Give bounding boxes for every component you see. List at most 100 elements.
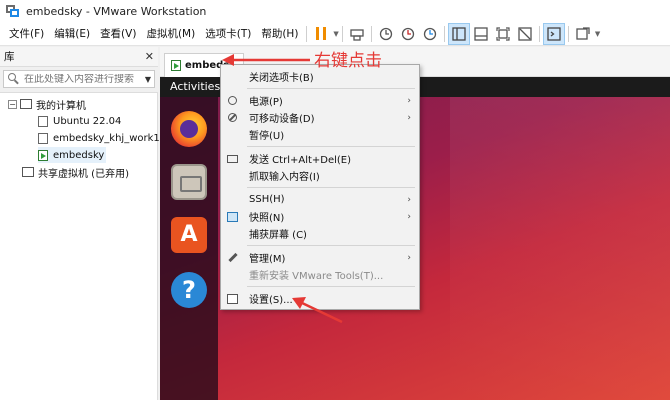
menu-edit[interactable]: 编辑(E) [49, 26, 95, 41]
title-bar: embedsky - VMware Workstation [0, 0, 670, 22]
send-keys-button[interactable] [346, 23, 368, 45]
library-view-button[interactable] [447, 22, 470, 45]
tab-context-menu: 关闭选项卡(B) 电源(P) › 可移动设备(D) › 暂停(U) 发送 Ctr… [220, 64, 420, 310]
menu-manage[interactable]: 管理(M) › [221, 249, 419, 266]
menu-item-label: 关闭选项卡(B) [249, 73, 314, 84]
menu-send-ctrl-alt-del[interactable]: 发送 Ctrl+Alt+Del(E) [221, 150, 419, 167]
submenu-arrow-icon: › [407, 194, 411, 205]
toolbar-divider [370, 25, 372, 42]
collapse-icon[interactable]: − [8, 99, 17, 109]
fit-icon [496, 26, 510, 41]
console-icon [547, 26, 561, 41]
menu-vm[interactable]: 虚拟机(M) [141, 26, 200, 41]
send-keys-icon [350, 28, 364, 41]
snapshot-icon [379, 27, 392, 40]
menu-snapshot[interactable]: 快照(N) › [221, 208, 419, 225]
keyboard-icon [226, 152, 239, 165]
toolbar-divider [538, 25, 540, 42]
menu-item-label: 发送 Ctrl+Alt+Del(E) [249, 155, 352, 166]
submenu-arrow-icon: › [407, 252, 411, 263]
tree-node-vm[interactable]: embedsky_khj_work1 [38, 130, 160, 146]
fullscreen-icon [576, 26, 590, 40]
menu-grab-input[interactable]: 抓取输入内容(I) [221, 167, 419, 184]
menu-pause[interactable]: 暂停(U) [221, 126, 419, 143]
toolbar-divider [443, 25, 445, 42]
menu-removable-devices[interactable]: 可移动设备(D) › [221, 109, 419, 126]
search-icon [7, 72, 21, 86]
wallpaper-shape [450, 77, 670, 400]
fullscreen-button[interactable] [572, 23, 594, 45]
menu-capture-screen[interactable]: 捕获屏幕 (C) [221, 225, 419, 242]
library-header: 库 ✕ [0, 47, 158, 67]
menu-file[interactable]: 文件(F) [4, 26, 49, 41]
menu-ssh[interactable]: SSH(H) › [221, 191, 419, 208]
menu-item-label: 暂停(U) [249, 131, 285, 142]
submenu-arrow-icon: › [407, 112, 411, 123]
snapshot-button[interactable] [375, 23, 397, 45]
toolbar-divider [341, 25, 343, 42]
thumbnail-view-icon [474, 26, 488, 41]
submenu-arrow-icon: › [407, 211, 411, 222]
menu-tabs[interactable]: 选项卡(T) [200, 26, 256, 41]
software-store-icon[interactable]: A [171, 217, 207, 253]
menu-help[interactable]: 帮助(H) [256, 26, 303, 41]
pause-button[interactable] [310, 23, 332, 45]
menu-item-label: 设置(S)... [249, 295, 293, 306]
window-title: embedsky - VMware Workstation [26, 4, 207, 18]
menu-bar: 文件(F) 编辑(E) 查看(V) 虚拟机(M) 选项卡(T) 帮助(H) ▼ [0, 22, 670, 46]
menu-separator [247, 187, 415, 188]
tree-label: 共享虚拟机 (已弃用) [38, 168, 129, 180]
library-title: 库 [4, 51, 15, 63]
menu-item-label: SSH(H) [249, 194, 285, 205]
menu-settings[interactable]: 设置(S)... [221, 290, 419, 307]
tree-node-my-computer[interactable]: − 我的计算机 [8, 96, 86, 112]
pause-dropdown-icon[interactable]: ▼ [333, 30, 338, 38]
tree-node-vm-selected[interactable]: embedsky [38, 147, 106, 163]
fullscreen-dropdown-icon[interactable]: ▼ [595, 30, 600, 38]
guest-dock: A ? [160, 97, 218, 400]
firefox-icon[interactable] [171, 111, 207, 147]
help-icon[interactable]: ? [171, 272, 207, 308]
snapshot-manager-icon [423, 27, 436, 40]
annotation-text: 右键点击 [314, 51, 382, 71]
shared-vms-icon [22, 167, 34, 177]
unity-icon [518, 26, 532, 41]
tree-label: Ubuntu 22.04 [53, 115, 122, 127]
files-icon[interactable] [171, 164, 207, 200]
tree-node-shared-vms[interactable]: 共享虚拟机 (已弃用) [22, 164, 129, 180]
library-search[interactable]: ▼ [3, 70, 155, 88]
running-vm-icon [171, 60, 181, 71]
submenu-arrow-icon: › [407, 95, 411, 106]
wrench-icon [226, 251, 239, 264]
menu-item-label: 快照(N) [249, 213, 285, 224]
menu-item-label: 管理(M) [249, 254, 286, 265]
menu-separator [247, 286, 415, 287]
search-input[interactable] [21, 73, 141, 85]
menu-item-label: 重新安装 VMware Tools(T)... [249, 271, 384, 282]
menu-item-label: 可移动设备(D) [249, 114, 315, 125]
tree-label: embedsky [53, 149, 105, 161]
snapshot-icon [226, 210, 239, 223]
search-dropdown-icon[interactable]: ▼ [145, 75, 151, 84]
close-icon[interactable]: ✕ [145, 50, 154, 63]
snapshot-manager-button[interactable] [419, 23, 441, 45]
library-tree: − 我的计算机 Ubuntu 22.04 embedsky_khj_work1 … [0, 92, 160, 400]
activities-button[interactable]: Activities [170, 80, 220, 93]
unity-button[interactable] [514, 23, 536, 45]
revert-snapshot-button[interactable] [397, 23, 419, 45]
vm-icon [38, 115, 48, 127]
menu-item-label: 抓取输入内容(I) [249, 172, 320, 183]
tree-node-vm[interactable]: Ubuntu 22.04 [38, 113, 121, 129]
console-view-button[interactable] [542, 22, 565, 45]
settings-icon [226, 292, 239, 305]
library-view-icon [452, 26, 466, 41]
thumbnail-view-button[interactable] [470, 23, 492, 45]
fit-guest-button[interactable] [492, 23, 514, 45]
toolbar-divider [306, 25, 308, 42]
menu-power[interactable]: 电源(P) › [221, 92, 419, 109]
running-vm-icon [38, 149, 48, 161]
pause-icon [316, 27, 327, 40]
revert-snapshot-icon [401, 27, 414, 40]
toolbar-divider [567, 25, 569, 42]
menu-view[interactable]: 查看(V) [95, 26, 141, 41]
